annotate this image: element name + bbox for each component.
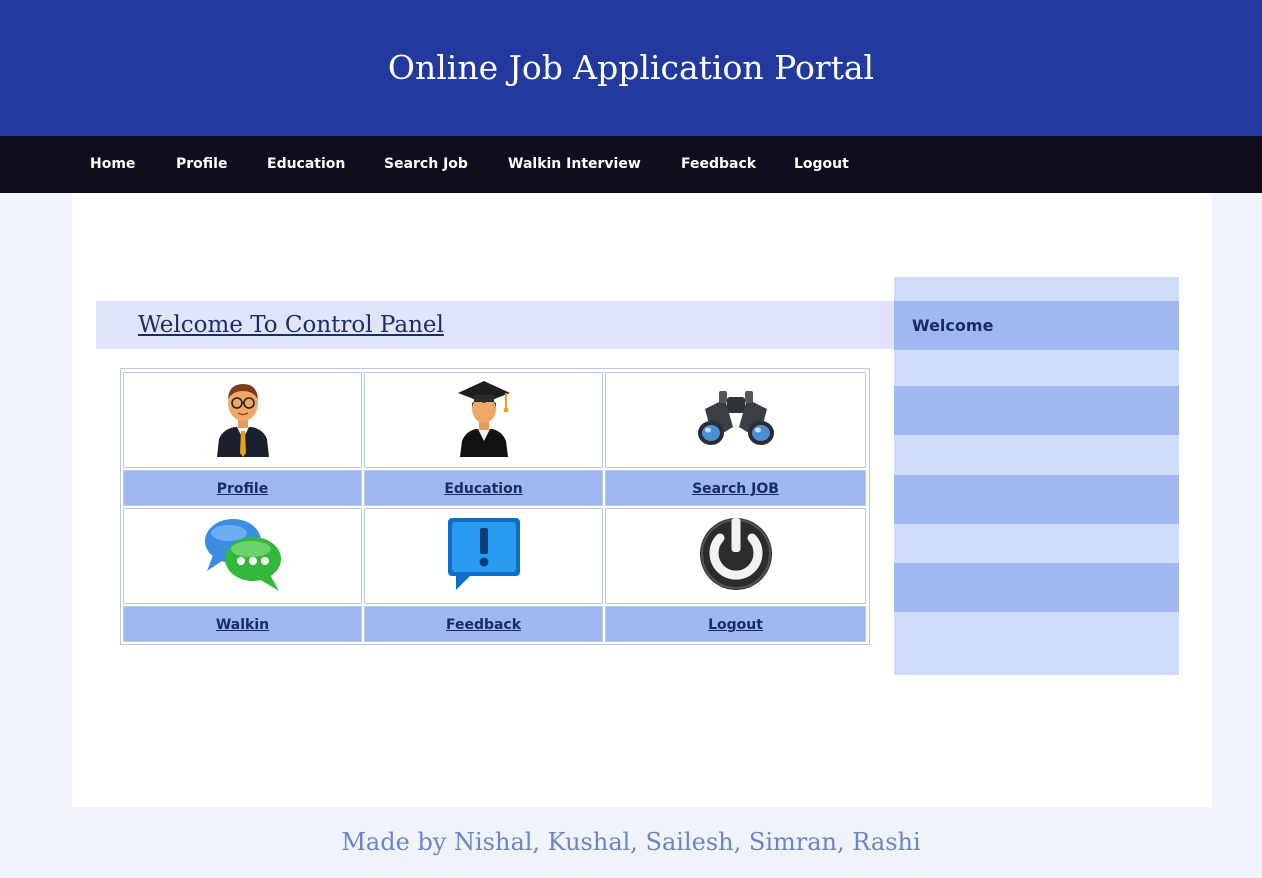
profile-link-cell: Profile [123,470,362,506]
logout-icon-cell[interactable] [605,508,866,604]
nav-home[interactable]: Home [90,155,135,173]
feedback-link-cell: Feedback [364,606,603,642]
nav-education[interactable]: Education [267,155,345,173]
sidebar-row [894,475,1179,524]
profile-icon-cell[interactable] [123,372,362,468]
logout-link-cell: Logout [605,606,866,642]
nav-profile[interactable]: Profile [176,155,227,173]
exclamation-bubble-icon[interactable] [446,516,522,596]
search-job-icon-cell[interactable] [605,372,866,468]
nav-walkin-interview[interactable]: Walkin Interview [508,155,641,173]
walkin-link-cell: Walkin [123,606,362,642]
nav-feedback[interactable]: Feedback [681,155,756,173]
walkin-link[interactable]: Walkin [216,617,269,633]
sidebar: Welcome [894,277,1179,675]
sidebar-welcome-row: Welcome [894,301,1179,350]
chat-bubbles-icon[interactable] [203,515,283,597]
nav-logout[interactable]: Logout [794,155,849,173]
profile-link[interactable]: Profile [217,481,268,497]
search-job-link-cell: Search JOB [605,470,866,506]
sidebar-row [894,386,1179,435]
top-navigation: Home Profile Education Search Job Walkin… [0,136,1262,193]
sidebar-heading: Welcome [912,316,994,335]
power-icon[interactable] [698,516,774,596]
main-content: Welcome To Control Panel Profile Educati… [72,193,1212,807]
binoculars-icon[interactable] [697,387,775,453]
education-link[interactable]: Education [444,481,522,497]
nav-search-job[interactable]: Search Job [384,155,468,173]
page-title[interactable]: Welcome To Control Panel [138,310,444,340]
welcome-bar: Welcome To Control Panel [96,301,894,349]
control-panel-grid: Profile Education Search JOB Walkin Feed… [120,368,870,645]
sidebar-row [894,563,1179,612]
footer-credits: Made by Nishal, Kushal, Sailesh, Simran,… [341,828,921,856]
walkin-icon-cell[interactable] [123,508,362,604]
person-icon[interactable] [213,379,273,461]
site-title: Online Job Application Portal [387,48,875,87]
graduate-icon[interactable] [456,379,512,461]
education-link-cell: Education [364,470,603,506]
education-icon-cell[interactable] [364,372,603,468]
feedback-link[interactable]: Feedback [446,617,521,633]
logout-link[interactable]: Logout [708,617,763,633]
feedback-icon-cell[interactable] [364,508,603,604]
search-job-link[interactable]: Search JOB [692,481,779,497]
site-header: Online Job Application Portal [0,0,1262,136]
